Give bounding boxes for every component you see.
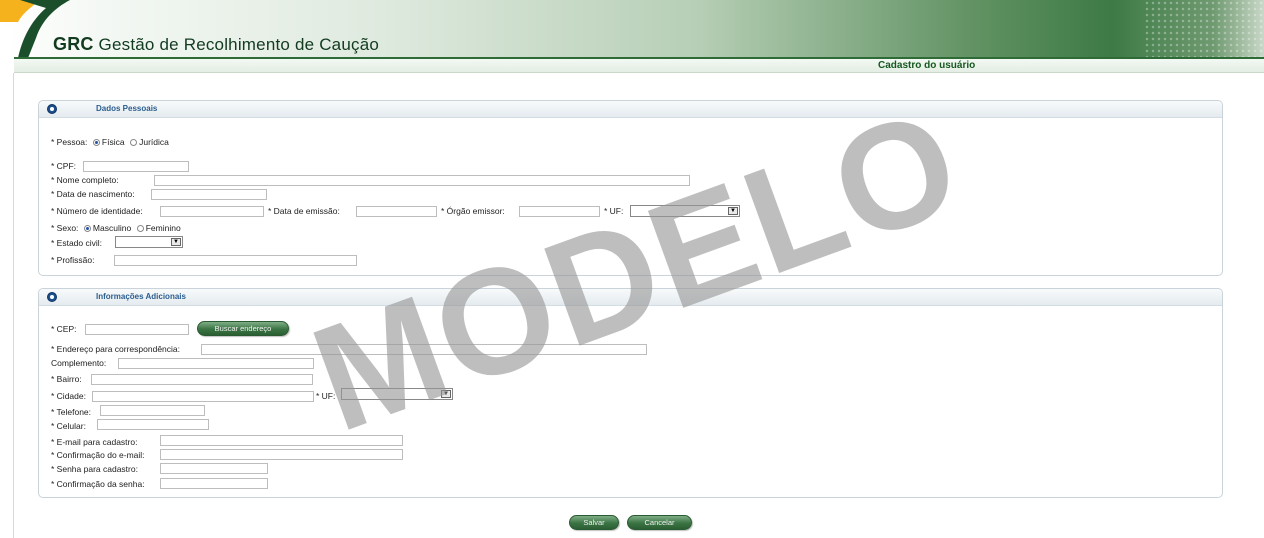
celular-input[interactable] xyxy=(97,419,209,430)
cpf-input[interactable] xyxy=(83,161,189,172)
pessoa-option-juridica: Jurídica xyxy=(139,137,169,147)
dropdown-arrow-icon: ▼ xyxy=(171,238,181,246)
complemento-label: Complemento: xyxy=(51,358,107,368)
sexo-option-feminino: Feminino xyxy=(145,223,181,233)
telefone-input[interactable] xyxy=(100,405,205,416)
app-title: GRC Gestão de Recolhimento de Caução xyxy=(53,34,379,55)
telefone-label: * Telefone: xyxy=(51,407,92,417)
cancel-button[interactable]: Cancelar xyxy=(627,515,692,530)
cep-input[interactable] xyxy=(85,324,189,335)
circle-toggle-icon[interactable] xyxy=(47,292,57,302)
senha-label: * Senha para cadastro: xyxy=(51,464,138,474)
radio-juridica[interactable] xyxy=(130,139,138,146)
app-name: Gestão de Recolhimento de Caução xyxy=(98,35,380,54)
celular-label: * Celular: xyxy=(51,421,86,431)
estado-civil-label: * Estado civil: xyxy=(51,238,103,248)
radio-feminino[interactable] xyxy=(136,225,144,232)
identidade-input[interactable] xyxy=(160,206,264,217)
cep-label: * CEP: xyxy=(51,324,77,334)
left-divider xyxy=(13,73,14,538)
save-button[interactable]: Salvar xyxy=(569,515,619,530)
senha-input[interactable] xyxy=(160,463,268,474)
nome-input[interactable] xyxy=(154,175,690,186)
pessoa-row: * Pessoa: Física Jurídica xyxy=(51,136,169,148)
panel-title: Dados Pessoais xyxy=(96,104,158,113)
endereco-label: * Endereço para correspondência: xyxy=(51,344,180,354)
profissao-input[interactable] xyxy=(114,255,357,266)
header-texture xyxy=(1144,0,1264,58)
bairro-input[interactable] xyxy=(91,374,313,385)
panel-header: Dados Pessoais xyxy=(39,101,1222,118)
sexo-option-masculino: Masculino xyxy=(92,223,132,233)
sexo-label: * Sexo: xyxy=(51,223,79,233)
pessoa-option-fisica: Física xyxy=(101,137,125,147)
orgao-label: * Órgão emissor: xyxy=(441,206,505,216)
nascimento-input[interactable] xyxy=(151,189,267,200)
sexo-row: * Sexo: Masculino Feminino xyxy=(51,222,181,234)
radio-fisica[interactable] xyxy=(92,139,100,146)
confirma-senha-label: * Confirmação da senha: xyxy=(51,479,145,489)
bairro-label: * Bairro: xyxy=(51,374,82,384)
app-abbrev: GRC xyxy=(53,34,94,54)
nome-label: * Nome completo: xyxy=(51,175,119,185)
nascimento-label: * Data de nascimento: xyxy=(51,189,135,199)
confirma-email-label: * Confirmação do e-mail: xyxy=(51,450,145,460)
confirma-senha-input[interactable] xyxy=(160,478,268,489)
circle-toggle-icon[interactable] xyxy=(47,104,57,114)
pessoa-label: * Pessoa: xyxy=(51,137,88,147)
panel-title: Informações Adicionais xyxy=(96,292,186,301)
cpf-label: * CPF: xyxy=(51,161,77,171)
radio-masculino[interactable] xyxy=(83,225,91,232)
identidade-label: * Número de identidade: xyxy=(51,206,143,216)
buscar-endereco-button[interactable]: Buscar endereço xyxy=(197,321,289,336)
cidade-label: * Cidade: xyxy=(51,391,86,401)
emissao-input[interactable] xyxy=(356,206,437,217)
complemento-input[interactable] xyxy=(118,358,314,369)
emissao-label: * Data de emissão: xyxy=(268,206,340,216)
estado-civil-select[interactable]: ▼ xyxy=(115,236,183,248)
profissao-label: * Profissão: xyxy=(51,255,95,265)
cidade-input[interactable] xyxy=(92,391,314,402)
email-label: * E-mail para cadastro: xyxy=(51,437,138,447)
app-header: GRC Gestão de Recolhimento de Caução xyxy=(0,0,1264,58)
page-title-bar: Cadastro do usuário xyxy=(14,57,1264,73)
